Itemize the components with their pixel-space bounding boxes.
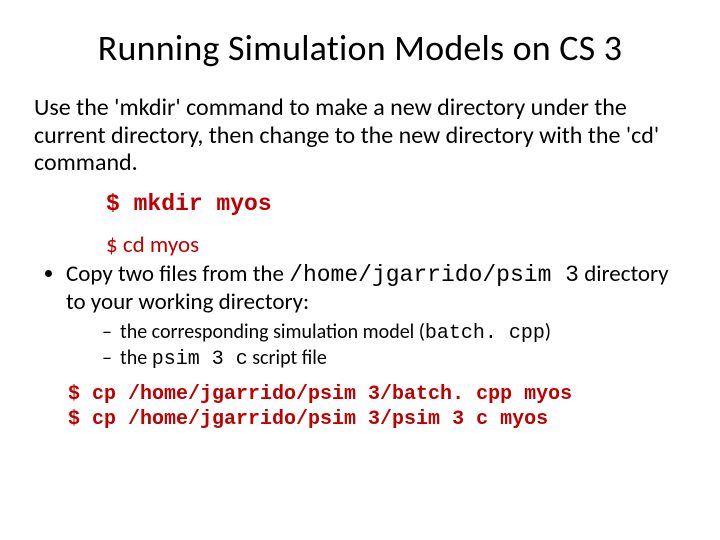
bullet-path: /home/jgarrido/psim 3 bbox=[289, 262, 579, 288]
bullet-text-prefix: Copy two files from the bbox=[66, 260, 289, 288]
sub2-mono: psim 3 c bbox=[152, 348, 248, 371]
sub-bullet-list: the corresponding simulation model (batc… bbox=[102, 320, 686, 372]
sub1-mono: batch. cpp bbox=[425, 322, 545, 345]
bullet-copy-files: Copy two files from the /home/jgarrido/p… bbox=[66, 261, 686, 372]
cmd-cd: $ cd myos bbox=[106, 231, 686, 259]
sub2-suffix: script file bbox=[248, 346, 327, 370]
slide-title: Running Simulation Models on CS 3 bbox=[34, 26, 686, 70]
sub-bullet-model: the corresponding simulation model (batc… bbox=[102, 320, 686, 346]
sub1-prefix: the corresponding simulation model ( bbox=[120, 320, 425, 344]
sub-bullet-script: the psim 3 c script file bbox=[102, 346, 686, 372]
intro-paragraph: Use the 'mkdir' command to make a new di… bbox=[34, 94, 686, 177]
slide: Running Simulation Models on CS 3 Use th… bbox=[0, 0, 720, 432]
middle-commands: $ mkdir myos $ cd myos bbox=[106, 191, 686, 259]
final-commands: $ cp /home/jgarrido/psim 3/batch. cpp my… bbox=[68, 382, 686, 432]
sub1-suffix: ) bbox=[545, 320, 551, 344]
cmd-mkdir: $ mkdir myos bbox=[106, 191, 686, 217]
cmd-cp-2: $ cp /home/jgarrido/psim 3/psim 3 c myos bbox=[68, 407, 686, 432]
bullet-list: Copy two files from the /home/jgarrido/p… bbox=[66, 261, 686, 372]
cmd-cp-1: $ cp /home/jgarrido/psim 3/batch. cpp my… bbox=[68, 382, 686, 407]
sub2-prefix: the bbox=[120, 346, 152, 370]
